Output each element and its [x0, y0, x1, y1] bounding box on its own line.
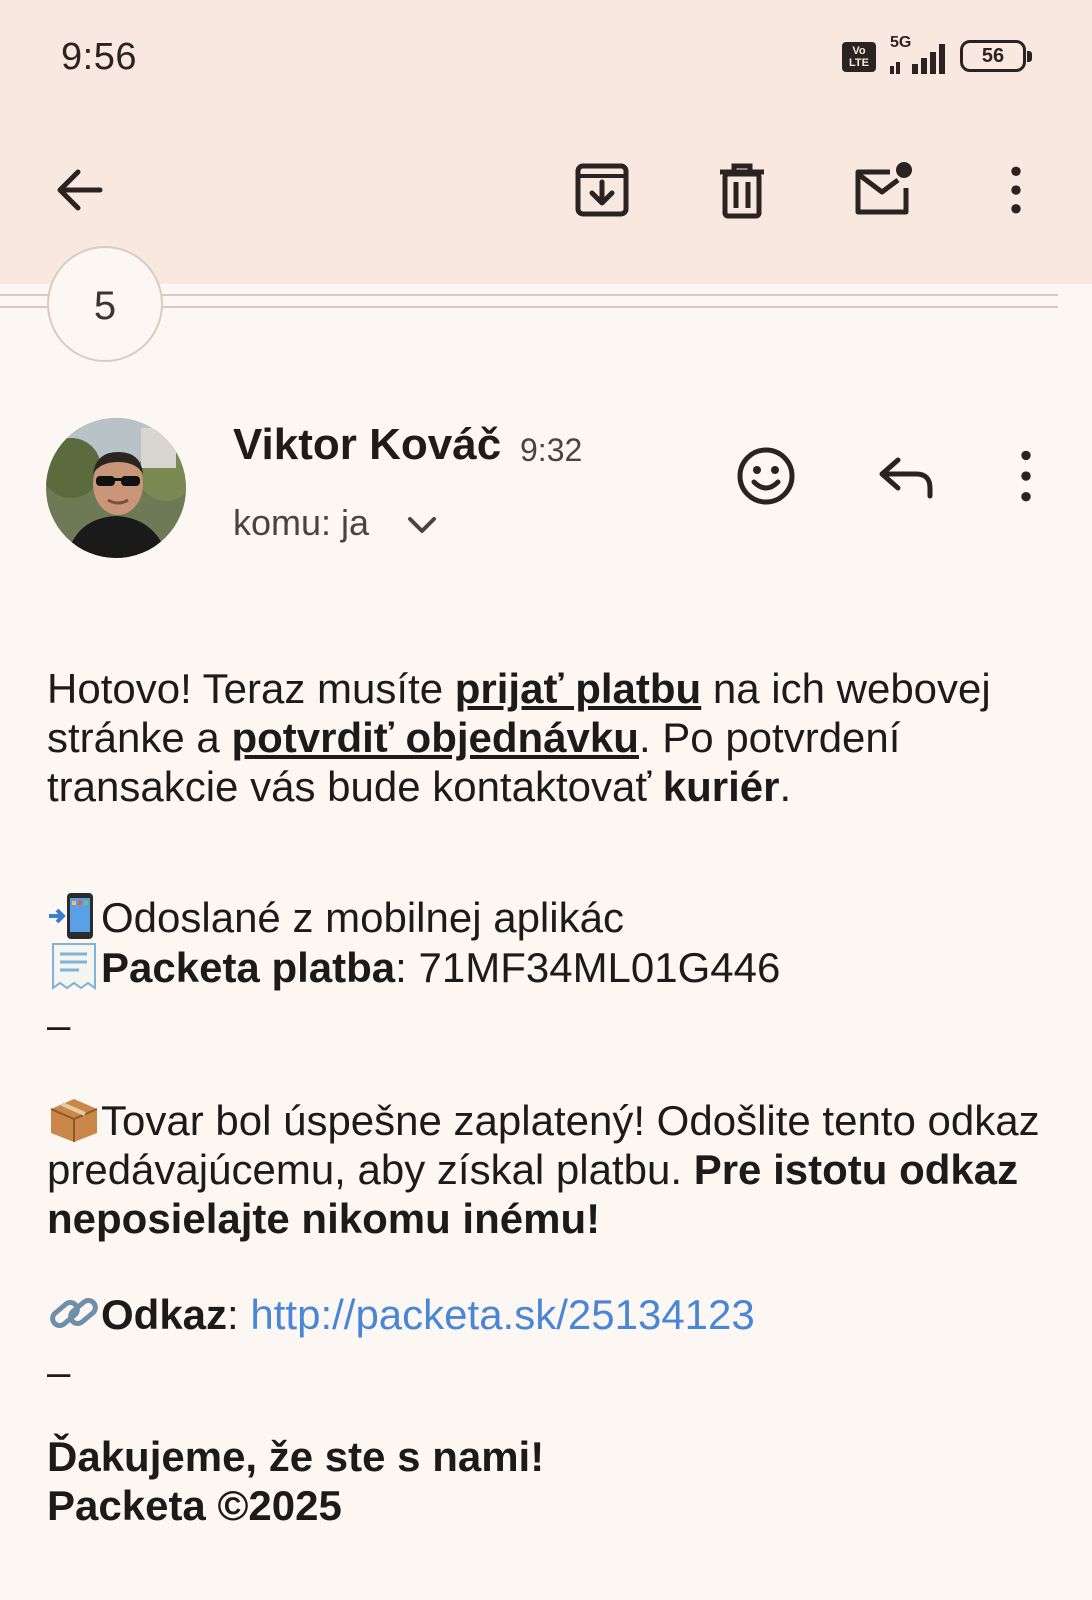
archive-icon[interactable]	[570, 158, 634, 222]
recipient-label[interactable]: komu: ja	[233, 502, 369, 544]
confirm-order-link[interactable]: potvrdiť objednávku	[231, 714, 639, 761]
link-separator: :	[227, 1291, 251, 1338]
more-vert-icon[interactable]	[986, 158, 1046, 222]
body-text: Hotovo! Teraz musíte	[47, 665, 455, 712]
mark-unread-icon[interactable]	[850, 158, 914, 222]
paid-paragraph: Tovar bol úspešne zaplatený! Odošlite te…	[47, 1095, 1057, 1243]
volte-icon: Vo LTE	[842, 42, 876, 72]
mobile-phone-arrow-icon	[49, 893, 93, 939]
body-text: .	[779, 763, 792, 810]
body-paragraph-1: Hotovo! Teraz musíte prijať platbu na ic…	[47, 664, 1057, 811]
payment-label: Packeta platba	[101, 944, 396, 991]
collapsed-messages-count[interactable]: 5	[47, 246, 163, 362]
reply-icon[interactable]	[874, 444, 938, 508]
dash-separator: –	[47, 1348, 71, 1395]
link-line: Odkaz: http://packeta.sk/25134123	[47, 1289, 1057, 1339]
signature-text: Packeta ©2025	[47, 1482, 342, 1529]
top-app-bar: 9:56 Vo LTE 5G 56	[0, 0, 1092, 284]
payment-line: Packeta platba: 71MF34ML01G446	[47, 942, 1057, 992]
thanks-text: Ďakujeme, že ste s nami!	[47, 1433, 545, 1480]
accept-payment-link[interactable]: prijať platbu	[455, 665, 701, 712]
battery-icon: 56	[960, 40, 1032, 72]
message-body: Hotovo! Teraz musíte prijať platbu na ic…	[47, 664, 1057, 1530]
sent-from-text: Odoslané z mobilnej aplikác	[101, 894, 624, 941]
payment-separator: :	[395, 944, 419, 991]
courier-text: kuriér	[662, 763, 780, 810]
message-time: 9:32	[520, 432, 583, 468]
trash-icon[interactable]	[710, 158, 774, 222]
sent-from-line: Odoslané z mobilnej aplikác	[47, 892, 1057, 942]
back-arrow-icon[interactable]	[48, 158, 112, 222]
link-icon	[50, 1298, 98, 1328]
payment-code: 71MF34ML01G446	[418, 944, 781, 991]
signature-line: Packeta ©2025	[47, 1481, 1057, 1530]
sender-avatar[interactable]	[46, 418, 186, 558]
link-label: Odkaz	[101, 1291, 228, 1338]
message-more-icon[interactable]	[996, 444, 1056, 508]
chevron-down-icon[interactable]	[406, 514, 438, 536]
sender-name: Viktor Kováč	[233, 420, 502, 469]
receipt-icon	[52, 943, 96, 990]
emoji-reaction-icon[interactable]	[734, 444, 798, 508]
status-time: 9:56	[61, 36, 137, 78]
packeta-url-link[interactable]: http://packeta.sk/25134123	[250, 1291, 754, 1338]
thanks-line: Ďakujeme, že ste s nami!	[47, 1432, 1057, 1481]
dash-separator: –	[47, 1001, 71, 1048]
package-icon	[50, 1099, 98, 1142]
signal-icon	[890, 44, 945, 74]
